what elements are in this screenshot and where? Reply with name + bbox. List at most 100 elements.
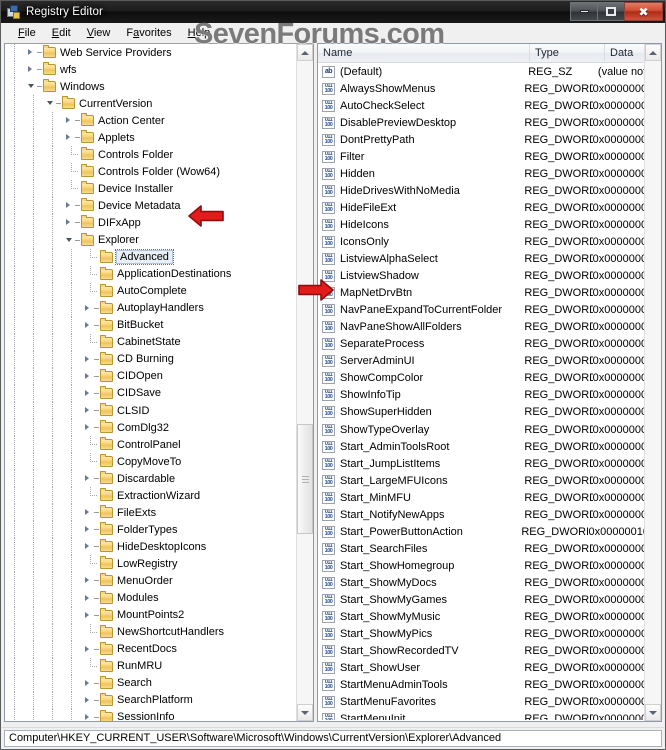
values-row[interactable]: 011 100 NavPaneExpandToCurrentFolder REG_DW… <box>318 302 661 319</box>
values-row[interactable]: 011 100 Start_SearchFiles REG_DWORD 0x000000… <box>318 540 661 557</box>
values-row[interactable]: 011 100 Start_NotifyNewApps REG_DWORD 0x0000… <box>318 506 661 523</box>
close-button[interactable]: ✖ <box>624 2 663 21</box>
values-row[interactable]: 011 100 ShowSuperHidden REG_DWORD 0x00000000… <box>318 404 661 421</box>
values-row[interactable]: 011 100 Start_JumpListItems REG_DWORD 0x0000… <box>318 455 661 472</box>
tree-item-newshortcuthandlers[interactable]: NewShortcutHandlers <box>5 623 298 641</box>
tree-item-wfs[interactable]: wfs <box>5 61 298 79</box>
tree-item-applets[interactable]: Applets <box>5 129 298 147</box>
expand-toggle-icon[interactable] <box>81 470 100 487</box>
values-row[interactable]: 011 100 AlwaysShowMenus REG_DWORD 0x00000001… <box>318 80 661 97</box>
values-row[interactable]: 011 100 Start_ShowUser REG_DWORD 0x00000002 … <box>318 660 661 677</box>
tree-item-recentdocs[interactable]: RecentDocs <box>5 640 298 658</box>
values-row[interactable]: ab (Default) REG_SZ (value not set) <box>318 63 661 80</box>
tree-item-runmru[interactable]: RunMRU <box>5 657 298 675</box>
expand-toggle-icon[interactable] <box>81 641 100 658</box>
expand-toggle-icon[interactable] <box>62 112 81 129</box>
tree-item-discardable[interactable]: Discardable <box>5 470 298 488</box>
expand-toggle-icon[interactable] <box>81 317 100 334</box>
collapse-toggle-icon[interactable] <box>24 78 43 95</box>
tree-item-copymoveto[interactable]: CopyMoveTo <box>5 453 298 471</box>
tree-item-cd-burning[interactable]: CD Burning <box>5 350 298 368</box>
values-vertical-scrollbar[interactable] <box>644 44 661 721</box>
values-row[interactable]: 011 100 ListviewShadow REG_DWORD 0x00000001 … <box>318 268 661 285</box>
values-row[interactable]: 011100ShowCompColorREG_DWORD0x00000001 (… <box>318 370 661 387</box>
tree-item-controls-folder-wow64[interactable]: Controls Folder (Wow64) <box>5 163 298 181</box>
registry-values-list[interactable]: ab (Default) REG_SZ (value not set) 011 100 Al… <box>318 63 661 720</box>
tree-item-autoplayhandlers[interactable]: AutoplayHandlers <box>5 299 298 317</box>
values-row[interactable]: 011100HiddenREG_DWORD0x00000001 (1) <box>318 165 661 182</box>
values-row[interactable]: 011100HideFileExtREG_DWORD0x00000000 (0) <box>318 199 661 216</box>
expand-toggle-icon[interactable] <box>81 709 100 721</box>
tree-item-menuorder[interactable]: MenuOrder <box>5 572 298 590</box>
tree-item-fileexts[interactable]: FileExts <box>5 504 298 522</box>
values-row[interactable]: 011 100 DisablePreviewDesktop REG_DWORD 0x00… <box>318 114 661 131</box>
values-row[interactable]: 011100ServerAdminUIREG_DWORD0x00000000 (… <box>318 353 661 370</box>
tree-item-modules[interactable]: Modules <box>5 589 298 607</box>
expand-toggle-icon[interactable] <box>62 214 81 231</box>
registry-key-tree[interactable]: Web Service Providers wfs Windows CurrentVe… <box>5 44 298 721</box>
expand-toggle-icon[interactable] <box>81 572 100 589</box>
expand-toggle-icon[interactable] <box>81 402 100 419</box>
values-row[interactable]: 011 100 DontPrettyPath REG_DWORD 0x00000000 … <box>318 131 661 148</box>
tree-item-advanced[interactable]: Advanced <box>5 248 298 266</box>
expand-toggle-icon[interactable] <box>81 419 100 436</box>
values-row[interactable]: 011100MapNetDrvBtnREG_DWORD0x00000000 (0… <box>318 285 661 302</box>
tree-item-applicationdestinations[interactable]: ApplicationDestinations <box>5 265 298 283</box>
menu-item-favorites[interactable]: Favorites <box>118 25 179 41</box>
tree-item-bitbucket[interactable]: BitBucket <box>5 316 298 334</box>
expand-toggle-icon[interactable] <box>24 44 43 61</box>
tree-item-cidopen[interactable]: CIDOpen <box>5 367 298 385</box>
expand-toggle-icon[interactable] <box>62 129 81 146</box>
tree-item-searchplatform[interactable]: SearchPlatform <box>5 691 298 709</box>
values-row[interactable]: 011100HideIconsREG_DWORD0x00000000 (0) <box>318 216 661 233</box>
tree-item-controls-folder[interactable]: Controls Folder <box>5 146 298 164</box>
values-row[interactable]: 011 100 Start_ShowMyGames REG_DWORD 0x000000… <box>318 591 661 608</box>
expand-toggle-icon[interactable] <box>81 521 100 538</box>
collapse-toggle-icon[interactable] <box>62 232 81 249</box>
tree-scroll-down-button[interactable] <box>297 704 313 721</box>
tree-item-cabinetstate[interactable]: CabinetState <box>5 333 298 351</box>
tree-item-difxapp[interactable]: DIFxApp <box>5 214 298 232</box>
tree-item-controlpanel[interactable]: ControlPanel <box>5 436 298 454</box>
tree-item-lowregistry[interactable]: LowRegistry <box>5 555 298 573</box>
tree-item-extractionwizard[interactable]: ExtractionWizard <box>5 487 298 505</box>
menu-item-view[interactable]: View <box>79 25 119 41</box>
values-row[interactable]: 011100FilterREG_DWORD0x00000000 (0) <box>318 148 661 165</box>
tree-item-sessioninfo[interactable]: SessionInfo <box>5 708 298 721</box>
values-row[interactable]: 011 100 SeparateProcess REG_DWORD 0x00000000… <box>318 336 661 353</box>
expand-toggle-icon[interactable] <box>81 675 100 692</box>
tree-item-explorer[interactable]: Explorer <box>5 231 298 249</box>
values-row[interactable]: 011 100 Start_ShowHomegroup REG_DWORD 0x0000… <box>318 557 661 574</box>
column-header-type[interactable]: Type <box>530 44 605 63</box>
values-row[interactable]: 011 100 AutoCheckSelect REG_DWORD 0x00000000… <box>318 97 661 114</box>
values-row[interactable]: 011100StartMenuInitREG_DWORD0x00000004 (… <box>318 711 661 720</box>
tree-item-cidsave[interactable]: CIDSave <box>5 384 298 402</box>
expand-toggle-icon[interactable] <box>81 692 100 709</box>
tree-item-currentversion[interactable]: CurrentVersion <box>5 95 298 113</box>
values-row[interactable]: 011 100 Start_AdminToolsRoot REG_DWORD 0x000… <box>318 438 661 455</box>
tree-item-clsid[interactable]: CLSID <box>5 402 298 419</box>
values-row[interactable]: 011 100 Start_ShowRecordedTV REG_DWORD 0x000… <box>318 643 661 660</box>
values-row[interactable]: 011 100 StartMenuAdminTools REG_DWORD 0x0000… <box>318 677 661 694</box>
tree-vertical-scrollbar[interactable] <box>296 44 313 721</box>
values-row[interactable]: 011 100 Start_PowerButtonAction REG_DWORD 0x… <box>318 523 661 540</box>
expand-toggle-icon[interactable] <box>24 61 43 78</box>
values-row[interactable]: 011 100 ListviewAlphaSelect REG_DWORD 0x0000… <box>318 251 661 268</box>
tree-item-comdlg32[interactable]: ComDlg32 <box>5 419 298 437</box>
expand-toggle-icon[interactable] <box>81 590 100 607</box>
expand-toggle-icon[interactable] <box>81 538 100 555</box>
values-row[interactable]: 011 100 NavPaneShowAllFolders REG_DWORD 0x00… <box>318 319 661 336</box>
values-row[interactable]: 011 100 Start_ShowMyPics REG_DWORD 0x0000000… <box>318 626 661 643</box>
values-row[interactable]: 011100Start_MinMFUREG_DWORD0x00000005 (5… <box>318 489 661 506</box>
collapse-toggle-icon[interactable] <box>43 95 62 112</box>
values-scroll-up-button[interactable] <box>645 44 661 61</box>
values-row[interactable]: 011100ShowInfoTipREG_DWORD0x00000000 (0) <box>318 387 661 404</box>
tree-item-action-center[interactable]: Action Center <box>5 112 298 130</box>
values-row[interactable]: 011 100 Start_ShowMyMusic REG_DWORD 0x000000… <box>318 609 661 626</box>
tree-item-device-metadata[interactable]: Device Metadata <box>5 197 298 215</box>
minimize-button[interactable] <box>570 2 597 21</box>
expand-toggle-icon[interactable] <box>81 300 100 317</box>
values-row[interactable]: 011 100 StartMenuFavorites REG_DWORD 0x00000… <box>318 694 661 711</box>
tree-scroll-thumb[interactable] <box>297 424 313 534</box>
tree-item-device-installer[interactable]: Device Installer <box>5 180 298 198</box>
